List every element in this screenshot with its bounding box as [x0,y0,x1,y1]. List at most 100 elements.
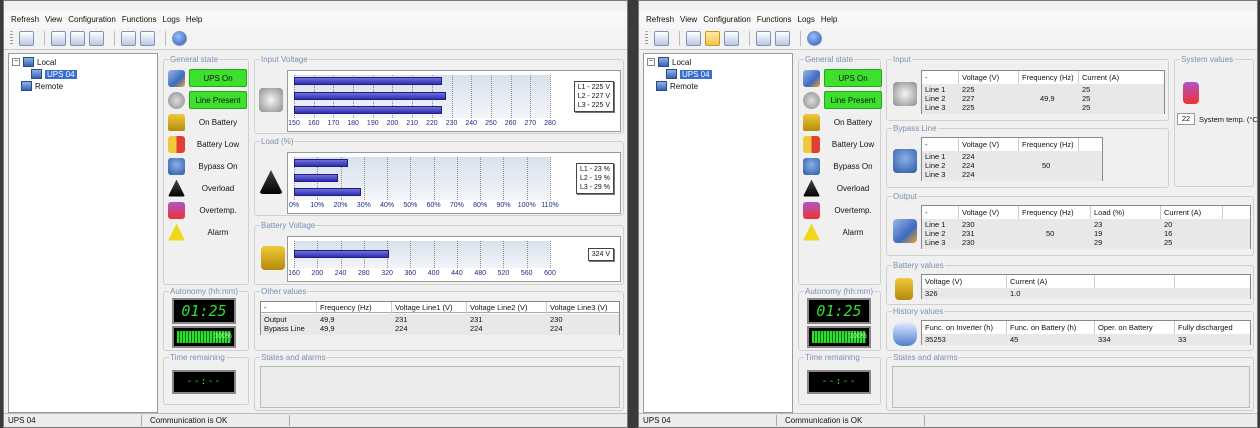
menu-help[interactable]: Help [183,15,205,24]
chart-tick-label: 110% [541,202,559,209]
table-cell: 25 [1164,238,1173,247]
alarm-indicator: Alarm [842,227,864,237]
tree-node-remote[interactable]: Remote [21,81,63,91]
table-cell: 20 [1164,220,1173,229]
alarm-icon [168,223,185,241]
chart-gridline [433,241,435,268]
status-device: UPS 04 [8,416,36,425]
network-icon [21,81,32,91]
menu-view[interactable]: View [677,15,700,24]
other-values-title: Other values [260,287,308,296]
bypass-title: Bypass Line [892,124,938,133]
collapse-icon[interactable]: − [12,58,20,66]
table-view-icon[interactable] [705,31,720,46]
chart-tick-label: 280 [544,120,556,127]
table-cell: Line 1 [925,152,946,161]
overload-icon [259,170,283,194]
chart-gridline [451,75,453,118]
tree-node-ups[interactable]: UPS 04 [666,69,712,79]
header-cell: - [264,303,267,312]
table-cell: Output [264,315,287,324]
states-alarms-title: States and alarms [260,353,327,362]
table-cell: 25 [1082,94,1091,103]
chart-tick-label: 280 [357,270,370,277]
help-icon[interactable] [807,31,822,46]
menu-functions[interactable]: Functions [754,15,795,24]
menu-help[interactable]: Help [818,15,840,24]
battery-low-indicator: Battery Low [831,139,875,149]
table-cell: Line 3 [925,170,946,179]
header-cell: Frequency (Hz) [1022,208,1074,217]
chart-tick-label: 250 [485,120,497,127]
battery-icon [168,113,185,131]
menu-configuration[interactable]: Configuration [65,15,119,24]
time-remaining-display: --:-- [807,370,871,394]
table-cell: 224 [962,152,975,161]
input-voltage-panel: Input Voltage 150 160 170 180 190 200 210 220 23… [254,55,624,134]
input-voltage-title: Input Voltage [260,55,309,64]
header-cell: Fully discharged [1178,323,1233,332]
graph-view-icon[interactable] [51,31,66,46]
status-divider [776,415,777,426]
menu-refresh[interactable]: Refresh [8,15,42,24]
chart-tick-label: 220 [426,120,438,127]
table-view-icon[interactable] [70,31,85,46]
computer-icon [658,57,669,67]
network-icon[interactable] [775,31,790,46]
general-state-panel: General state UPS On Line Present On Bat… [163,55,249,285]
menu-configuration[interactable]: Configuration [700,15,754,24]
menu-logs[interactable]: Logs [795,15,818,24]
chart-gridline [433,157,435,200]
chart-gridline [480,241,482,268]
table-cell: Line 3 [925,238,946,247]
system-temp-value: 22 [1177,113,1195,125]
graph-view-icon[interactable] [686,31,701,46]
plug-icon [168,91,185,109]
table-cell: 230 [962,220,975,229]
status-divider [289,415,290,426]
settings-icon[interactable] [756,31,771,46]
help-icon[interactable] [172,31,187,46]
menu-refresh[interactable]: Refresh [643,15,677,24]
chart-tick-label: 80% [473,202,488,209]
chart-tick-label: 320 [381,270,393,277]
log-view-icon[interactable] [724,31,739,46]
chart-legend-entry: L2 - 19 % [580,175,610,182]
chart-gridline [410,241,412,268]
menu-logs[interactable]: Logs [160,15,183,24]
menu-view[interactable]: View [42,15,65,24]
settings-icon[interactable] [121,31,136,46]
table-cell: 230 [550,315,563,324]
autonomy-panel: Autonomy (hh:mm) 01:25 100% [798,287,881,351]
line-present-indicator: Line Present [189,91,247,109]
thermometer-icon [803,201,820,219]
collapse-icon[interactable]: − [647,58,655,66]
tree-node-local[interactable]: − Local [647,57,691,67]
log-view-icon[interactable] [89,31,104,46]
battery-low-icon [803,135,820,153]
tree-node-remote[interactable]: Remote [656,81,698,91]
plug-icon [893,82,917,106]
toolbar [639,28,1257,50]
chart-tick-label: 230 [445,120,458,127]
table-cell: 227 [962,94,975,103]
chart-legend-entry: L3 - 225 V [577,102,610,109]
menu-bar: Refresh View Configuration Functions Log… [4,10,627,28]
table-cell: 29 [1094,238,1103,247]
refresh-icon[interactable] [19,31,34,46]
battery-values-table: Voltage (V) Current (A) 326 1.0 [921,274,1251,299]
chart-tick-label: 160 [288,270,300,277]
chart-tick-label: 90% [496,202,511,209]
table-cell: 224 [962,170,975,179]
tree-node-ups[interactable]: UPS 04 [31,69,77,79]
time-remaining-display: --:-- [172,370,236,394]
header-cell: Current (A) [1164,208,1202,217]
table-cell: 224 [550,324,563,333]
menu-functions[interactable]: Functions [119,15,160,24]
header-cell: Voltage (V) [962,73,1000,82]
tree-node-local[interactable]: − Local [12,57,56,67]
network-icon[interactable] [140,31,155,46]
toolbar-separator [165,31,166,46]
header-cell: Current (A) [1010,277,1048,286]
refresh-icon[interactable] [654,31,669,46]
